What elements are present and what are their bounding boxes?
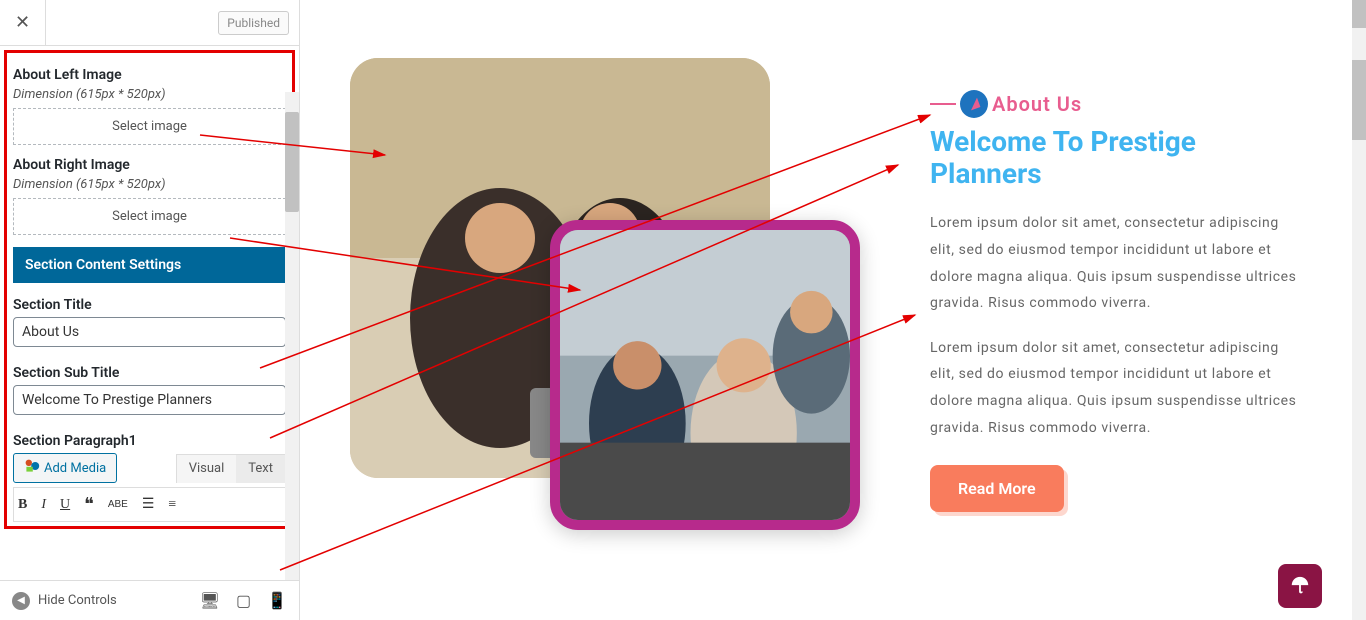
- tab-text[interactable]: Text: [236, 455, 285, 483]
- add-media-label: Add Media: [44, 461, 106, 476]
- select-right-image-button[interactable]: Select image: [13, 198, 286, 235]
- section-title-input[interactable]: [13, 317, 286, 347]
- about-right-image-label: About Right Image: [13, 157, 286, 173]
- tablet-icon[interactable]: ▢: [236, 591, 251, 610]
- about-paragraph-1: Lorem ipsum dolor sit amet, consectetur …: [930, 210, 1302, 316]
- preview-pane: About Us Welcome To Prestige Planners Lo…: [300, 0, 1352, 620]
- select-left-image-button[interactable]: Select image: [13, 108, 286, 145]
- hide-controls-button[interactable]: ◀ Hide Controls: [12, 592, 117, 610]
- sidebar-content: About Left Image Dimension (615px * 520p…: [0, 46, 299, 580]
- umbrella-icon: [1289, 575, 1311, 597]
- bullet-list-icon[interactable]: ☰: [142, 496, 155, 513]
- mobile-icon[interactable]: 📱: [267, 591, 287, 610]
- sidebar-scrollbar[interactable]: [285, 92, 299, 580]
- section-subtitle-input[interactable]: [13, 385, 286, 415]
- editor-tabs: Visual Text: [176, 454, 286, 483]
- eyebrow-dash: [930, 103, 956, 105]
- section-title-label: Section Title: [13, 297, 286, 313]
- media-icon: [24, 458, 40, 478]
- customizer-sidebar: ✕ Published About Left Image Dimension (…: [0, 0, 300, 620]
- about-right-dimension: Dimension (615px * 520px): [13, 177, 286, 192]
- about-right-image: [550, 220, 860, 530]
- eyebrow-row: About Us: [930, 90, 1302, 118]
- about-left-dimension: Dimension (615px * 520px): [13, 87, 286, 102]
- about-subtitle: Welcome To Prestige Planners: [930, 126, 1302, 190]
- tab-visual[interactable]: Visual: [177, 455, 237, 483]
- underline-icon[interactable]: U: [60, 497, 70, 513]
- add-media-button[interactable]: Add Media: [13, 453, 117, 483]
- sidebar-header: ✕ Published: [0, 0, 299, 46]
- main-scrollbar-thumb-top[interactable]: [1352, 0, 1366, 28]
- section-content-settings-heading: Section Content Settings: [13, 247, 286, 283]
- annotation-box: About Left Image Dimension (615px * 520p…: [4, 50, 295, 529]
- published-button[interactable]: Published: [218, 11, 289, 35]
- section-paragraph1-label: Section Paragraph1: [13, 433, 286, 449]
- main-scrollbar-thumb[interactable]: [1352, 60, 1366, 140]
- scrollbar-thumb[interactable]: [285, 112, 299, 212]
- strike-icon[interactable]: ABE: [108, 499, 128, 510]
- about-left-image-label: About Left Image: [13, 67, 286, 83]
- about-content: About Us Welcome To Prestige Planners Lo…: [930, 40, 1302, 540]
- desktop-icon[interactable]: 🖥: [200, 591, 220, 610]
- main-scrollbar[interactable]: [1352, 0, 1366, 620]
- editor-toolbar: B I U ❝ ABE ☰ ≡: [13, 487, 286, 522]
- read-more-button[interactable]: Read More: [930, 465, 1064, 512]
- hide-controls-label: Hide Controls: [38, 593, 117, 608]
- about-paragraph-2: Lorem ipsum dolor sit amet, consectetur …: [930, 335, 1302, 441]
- section-subtitle-label: Section Sub Title: [13, 365, 286, 381]
- collapse-icon: ◀: [12, 592, 30, 610]
- sidebar-footer: ◀ Hide Controls 🖥 ▢ 📱: [0, 580, 299, 620]
- device-preview-icons: 🖥 ▢ 📱: [200, 591, 287, 610]
- eyebrow-text: About Us: [992, 92, 1082, 116]
- quote-icon[interactable]: ❝: [84, 494, 94, 515]
- numbered-list-icon[interactable]: ≡: [168, 497, 176, 513]
- bold-icon[interactable]: B: [18, 497, 27, 513]
- editor-top-row: Add Media Visual Text: [13, 453, 286, 483]
- image-stack: [350, 40, 870, 540]
- close-button[interactable]: ✕: [0, 0, 46, 46]
- scroll-to-top-button[interactable]: [1278, 564, 1322, 608]
- about-section: About Us Welcome To Prestige Planners Lo…: [350, 40, 1302, 540]
- eyebrow-circle-icon: [960, 90, 988, 118]
- italic-icon[interactable]: I: [41, 497, 46, 513]
